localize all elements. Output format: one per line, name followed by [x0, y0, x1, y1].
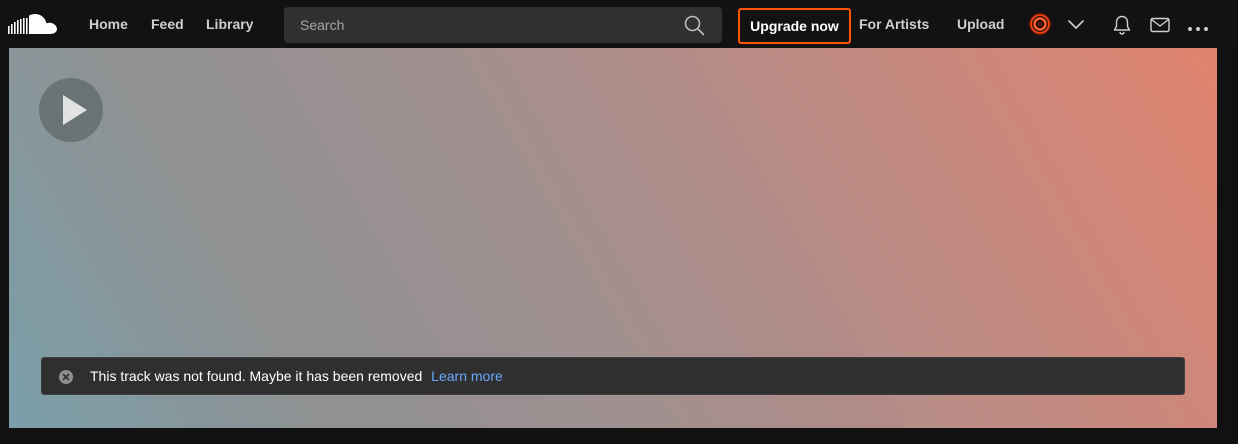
nav-feed-link[interactable]: Feed [151, 0, 184, 48]
for-artists-link[interactable]: For Artists [859, 0, 929, 48]
play-button[interactable] [39, 78, 103, 142]
avatar[interactable] [1028, 12, 1052, 36]
upload-link[interactable]: Upload [957, 0, 1004, 48]
search-icon[interactable] [684, 15, 705, 36]
chevron-down-icon[interactable] [1067, 17, 1085, 36]
nav-library-link[interactable]: Library [206, 0, 253, 48]
upgrade-now-button[interactable]: Upgrade now [738, 8, 851, 44]
close-icon[interactable] [59, 370, 73, 384]
track-hero-banner: This track was not found. Maybe it has b… [9, 48, 1217, 428]
search-input[interactable] [284, 7, 664, 43]
notice-message-container: This track was not found. Maybe it has b… [90, 358, 503, 394]
nav-home-link[interactable]: Home [89, 0, 128, 48]
more-icon[interactable] [1187, 20, 1209, 38]
soundcloud-logo-icon[interactable] [7, 12, 59, 36]
top-navigation-bar: Home Feed Library Upgrade now For Artist… [0, 0, 1238, 48]
learn-more-link[interactable]: Learn more [431, 368, 503, 384]
bell-icon[interactable] [1112, 14, 1132, 41]
mail-icon[interactable] [1150, 17, 1170, 38]
track-not-found-notice: This track was not found. Maybe it has b… [41, 357, 1185, 395]
notice-message: This track was not found. Maybe it has b… [90, 368, 423, 384]
search-box [284, 7, 722, 43]
play-icon [63, 95, 87, 125]
